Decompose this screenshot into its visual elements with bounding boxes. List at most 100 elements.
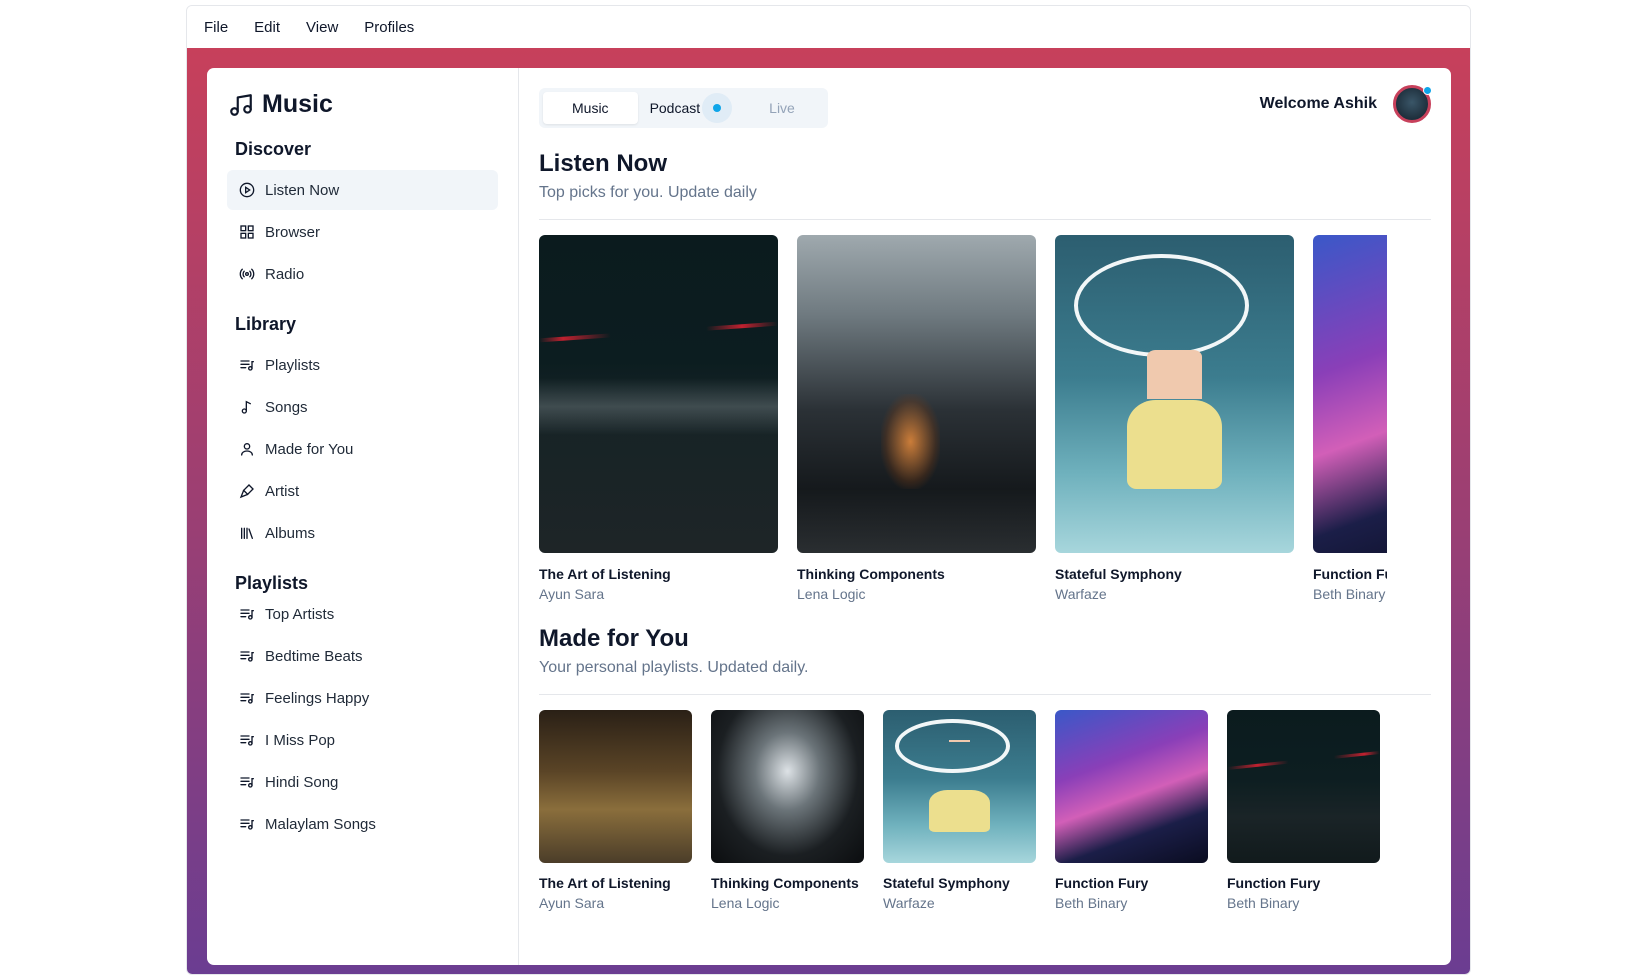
album-artist: Warfaze xyxy=(883,895,935,911)
album-card[interactable]: The Art of Listening Ayun Sara xyxy=(539,235,778,602)
sidebar-item-albums[interactable]: Albums xyxy=(227,513,498,553)
album-title: Function Fury xyxy=(1055,875,1149,891)
album-title: Stateful Symphony xyxy=(1055,566,1182,582)
sidebar-item-label: Browser xyxy=(265,223,321,241)
tab-label: Podcast xyxy=(649,100,701,116)
album-title: The Art of Listening xyxy=(539,566,671,582)
section-title-discover: Discover xyxy=(235,139,312,159)
sidebar-item-listen-now[interactable]: Listen Now xyxy=(227,170,498,210)
sidebar-item-playlist[interactable]: Feelings Happy xyxy=(227,678,498,718)
album-artist: Beth Binary xyxy=(1055,895,1128,911)
album-artist: Beth Binary xyxy=(1313,586,1386,602)
sidebar-item-playlist[interactable]: I Miss Pop xyxy=(227,720,498,760)
sidebar-item-label: Hindi Song xyxy=(265,773,339,791)
sidebar-item-playlist[interactable]: Malaylam Songs xyxy=(227,804,498,844)
sidebar-item-label: Top Artists xyxy=(265,605,335,623)
sidebar-item-label: Listen Now xyxy=(265,181,340,199)
playlist-icon xyxy=(240,693,254,704)
album-artist: Beth Binary xyxy=(1227,895,1300,911)
tab-music[interactable]: Music xyxy=(543,92,638,124)
menu-edit[interactable]: Edit xyxy=(245,19,297,36)
sidebar-item-playlist[interactable]: Bedtime Beats xyxy=(227,636,498,676)
sidebar-item-label: Songs xyxy=(265,398,308,416)
section-title-library: Library xyxy=(235,314,297,334)
main-content: Music Podcast Live Welcome Ashik Listen … xyxy=(519,68,1451,965)
album-card[interactable]: Thinking Components Lena Logic xyxy=(711,710,864,911)
playlist-icon xyxy=(240,735,254,746)
album-cover xyxy=(539,235,778,553)
album-title: Thinking Components xyxy=(711,875,859,891)
music-note-icon xyxy=(241,400,251,414)
sidebar-item-label: Bedtime Beats xyxy=(265,647,363,665)
listen-now-title: Listen Now xyxy=(539,150,668,177)
album-title: Stateful Symphony xyxy=(883,875,1010,891)
album-cover xyxy=(539,710,692,863)
album-artist: Lena Logic xyxy=(711,895,780,911)
made-for-you-row: The Art of Listening Ayun Sara Thinking … xyxy=(539,710,1387,911)
album-cover xyxy=(1313,235,1387,553)
sidebar-item-label: Radio xyxy=(265,265,305,283)
user-icon xyxy=(241,443,253,456)
sidebar-item-label: Feelings Happy xyxy=(265,689,370,707)
sidebar-item-label: Albums xyxy=(265,524,316,542)
sidebar-item-browser[interactable]: Browser xyxy=(227,212,498,252)
album-title: Function Fury xyxy=(1227,875,1321,891)
sidebar-item-radio[interactable]: Radio xyxy=(227,254,498,294)
sidebar-item-songs[interactable]: Songs xyxy=(227,387,498,427)
music-window: Music Discover Listen Now Browser Radio xyxy=(207,68,1451,965)
app-window: File Edit View Profiles Music Discover L… xyxy=(186,5,1471,975)
menu-view[interactable]: View xyxy=(297,19,355,36)
album-cover xyxy=(797,235,1036,553)
divider xyxy=(539,219,1431,220)
album-title: Thinking Components xyxy=(797,566,945,582)
notification-dot-icon xyxy=(702,93,733,123)
playlist-icon xyxy=(240,609,254,620)
sidebar-item-label: Malaylam Songs xyxy=(265,815,376,833)
microphone-icon xyxy=(239,484,254,499)
album-card[interactable]: Stateful Symphony Warfaze xyxy=(1055,235,1294,602)
brand: Music xyxy=(228,90,498,119)
album-artist: Warfaze xyxy=(1055,586,1107,602)
album-card[interactable]: Stateful Symphony Warfaze xyxy=(883,710,1036,911)
album-card[interactable]: Function Fury Beth Binary xyxy=(1055,710,1208,911)
album-artist: Ayun Sara xyxy=(539,586,605,602)
album-cover xyxy=(711,710,864,863)
radio-icon xyxy=(239,268,255,280)
divider xyxy=(539,694,1431,695)
avatar[interactable] xyxy=(1393,85,1432,123)
user-header: Welcome Ashik xyxy=(1260,85,1432,123)
album-card[interactable]: Function Fury Beth Binary xyxy=(1313,235,1387,602)
sidebar-item-playlists[interactable]: Playlists xyxy=(227,345,498,385)
sidebar-item-artist[interactable]: Artist xyxy=(227,471,498,511)
sidebar-item-label: I Miss Pop xyxy=(265,731,336,749)
playlist-icon xyxy=(240,360,254,371)
library-nav: Playlists Songs Made for You Artist Albu… xyxy=(227,345,498,553)
play-circle-icon xyxy=(239,182,255,198)
playlists-nav: Top Artists Bedtime Beats Feelings Happy… xyxy=(227,594,498,844)
sidebar-item-label: Playlists xyxy=(265,356,321,374)
sidebar-item-playlist[interactable]: Top Artists xyxy=(227,594,498,634)
album-cover xyxy=(1227,710,1380,863)
tab-live: Live xyxy=(769,100,795,116)
tab-podcast[interactable]: Podcast xyxy=(638,92,741,124)
sidebar: Music Discover Listen Now Browser Radio xyxy=(207,68,519,965)
album-card[interactable]: Thinking Components Lena Logic xyxy=(797,235,1036,602)
status-dot-icon xyxy=(1423,86,1432,95)
album-card[interactable]: Function Fury Beth Binary xyxy=(1227,710,1380,911)
brand-title: Music xyxy=(262,90,333,118)
menubar: File Edit View Profiles xyxy=(187,6,1470,48)
album-card[interactable]: The Art of Listening Ayun Sara xyxy=(539,710,692,911)
sidebar-item-made-for-you[interactable]: Made for You xyxy=(227,429,498,469)
music-note-icon xyxy=(230,93,252,116)
album-cover xyxy=(883,710,1036,863)
library-icon xyxy=(241,527,253,539)
sidebar-item-label: Artist xyxy=(265,482,300,500)
sidebar-item-label: Made for You xyxy=(265,440,354,458)
sidebar-item-playlist[interactable]: Hindi Song xyxy=(227,762,498,802)
menu-profiles[interactable]: Profiles xyxy=(355,19,431,36)
made-for-you-title: Made for You xyxy=(539,625,689,652)
album-cover xyxy=(1055,710,1208,863)
section-title-playlists: Playlists xyxy=(235,573,309,593)
menu-file[interactable]: File xyxy=(195,19,245,36)
made-for-you-subtitle: Your personal playlists. Updated daily. xyxy=(539,659,809,676)
